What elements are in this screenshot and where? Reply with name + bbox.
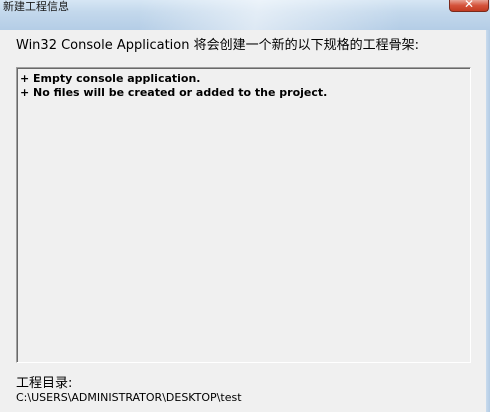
window-title: 新建工程信息 [3, 0, 69, 13]
new-project-info-dialog: 新建工程信息 ✕ Win32 Console Application 将会创建一… [0, 0, 490, 412]
project-directory-label: 工程目录: [16, 376, 73, 391]
close-icon: ✕ [463, 0, 475, 11]
window-frame-right [486, 30, 490, 412]
project-spec-heading: Win32 Console Application 将会创建一个新的以下规格的工… [16, 38, 419, 53]
project-directory-path: C:\USERS\ADMINISTRATOR\DESKTOP\test [16, 391, 242, 404]
summary-line-no-files: + No files will be created or added to t… [20, 86, 328, 99]
close-button[interactable]: ✕ [449, 0, 489, 12]
summary-line-empty-console: + Empty console application. [20, 72, 201, 85]
title-bar[interactable]: 新建工程信息 ✕ [0, 0, 490, 30]
project-summary-box[interactable]: + Empty console application. + No files … [16, 67, 471, 363]
